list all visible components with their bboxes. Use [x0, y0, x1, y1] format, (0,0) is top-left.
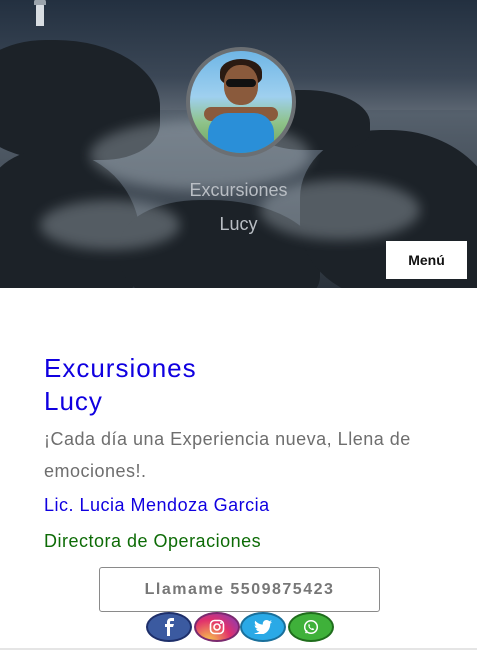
tagline: ¡Cada día una Experiencia nueva, Llena d…: [44, 429, 411, 481]
person-name: Lic. Lucia Mendoza Garcia: [44, 495, 270, 515]
profile-avatar: [186, 47, 296, 157]
page-title-line2: Lucy: [44, 386, 103, 416]
page-title: Excursiones Lucy: [44, 352, 197, 418]
instagram-icon[interactable]: [194, 612, 240, 642]
hero-title-line1: Excursiones: [189, 180, 288, 200]
person-role: Directora de Operaciones: [44, 531, 262, 551]
sunglasses: [226, 79, 256, 87]
page-title-line1: Excursiones: [44, 353, 197, 383]
twitter-icon[interactable]: [240, 612, 286, 642]
call-button[interactable]: Llamame 5509875423: [99, 567, 380, 612]
lighthouse-image: [34, 0, 46, 26]
facebook-icon[interactable]: [146, 612, 192, 642]
whatsapp-icon[interactable]: [288, 612, 334, 642]
hero-banner: Excursiones Lucy Menú: [0, 0, 477, 288]
hero-title-line2: Lucy: [219, 214, 258, 234]
menu-button[interactable]: Menú: [386, 241, 467, 279]
